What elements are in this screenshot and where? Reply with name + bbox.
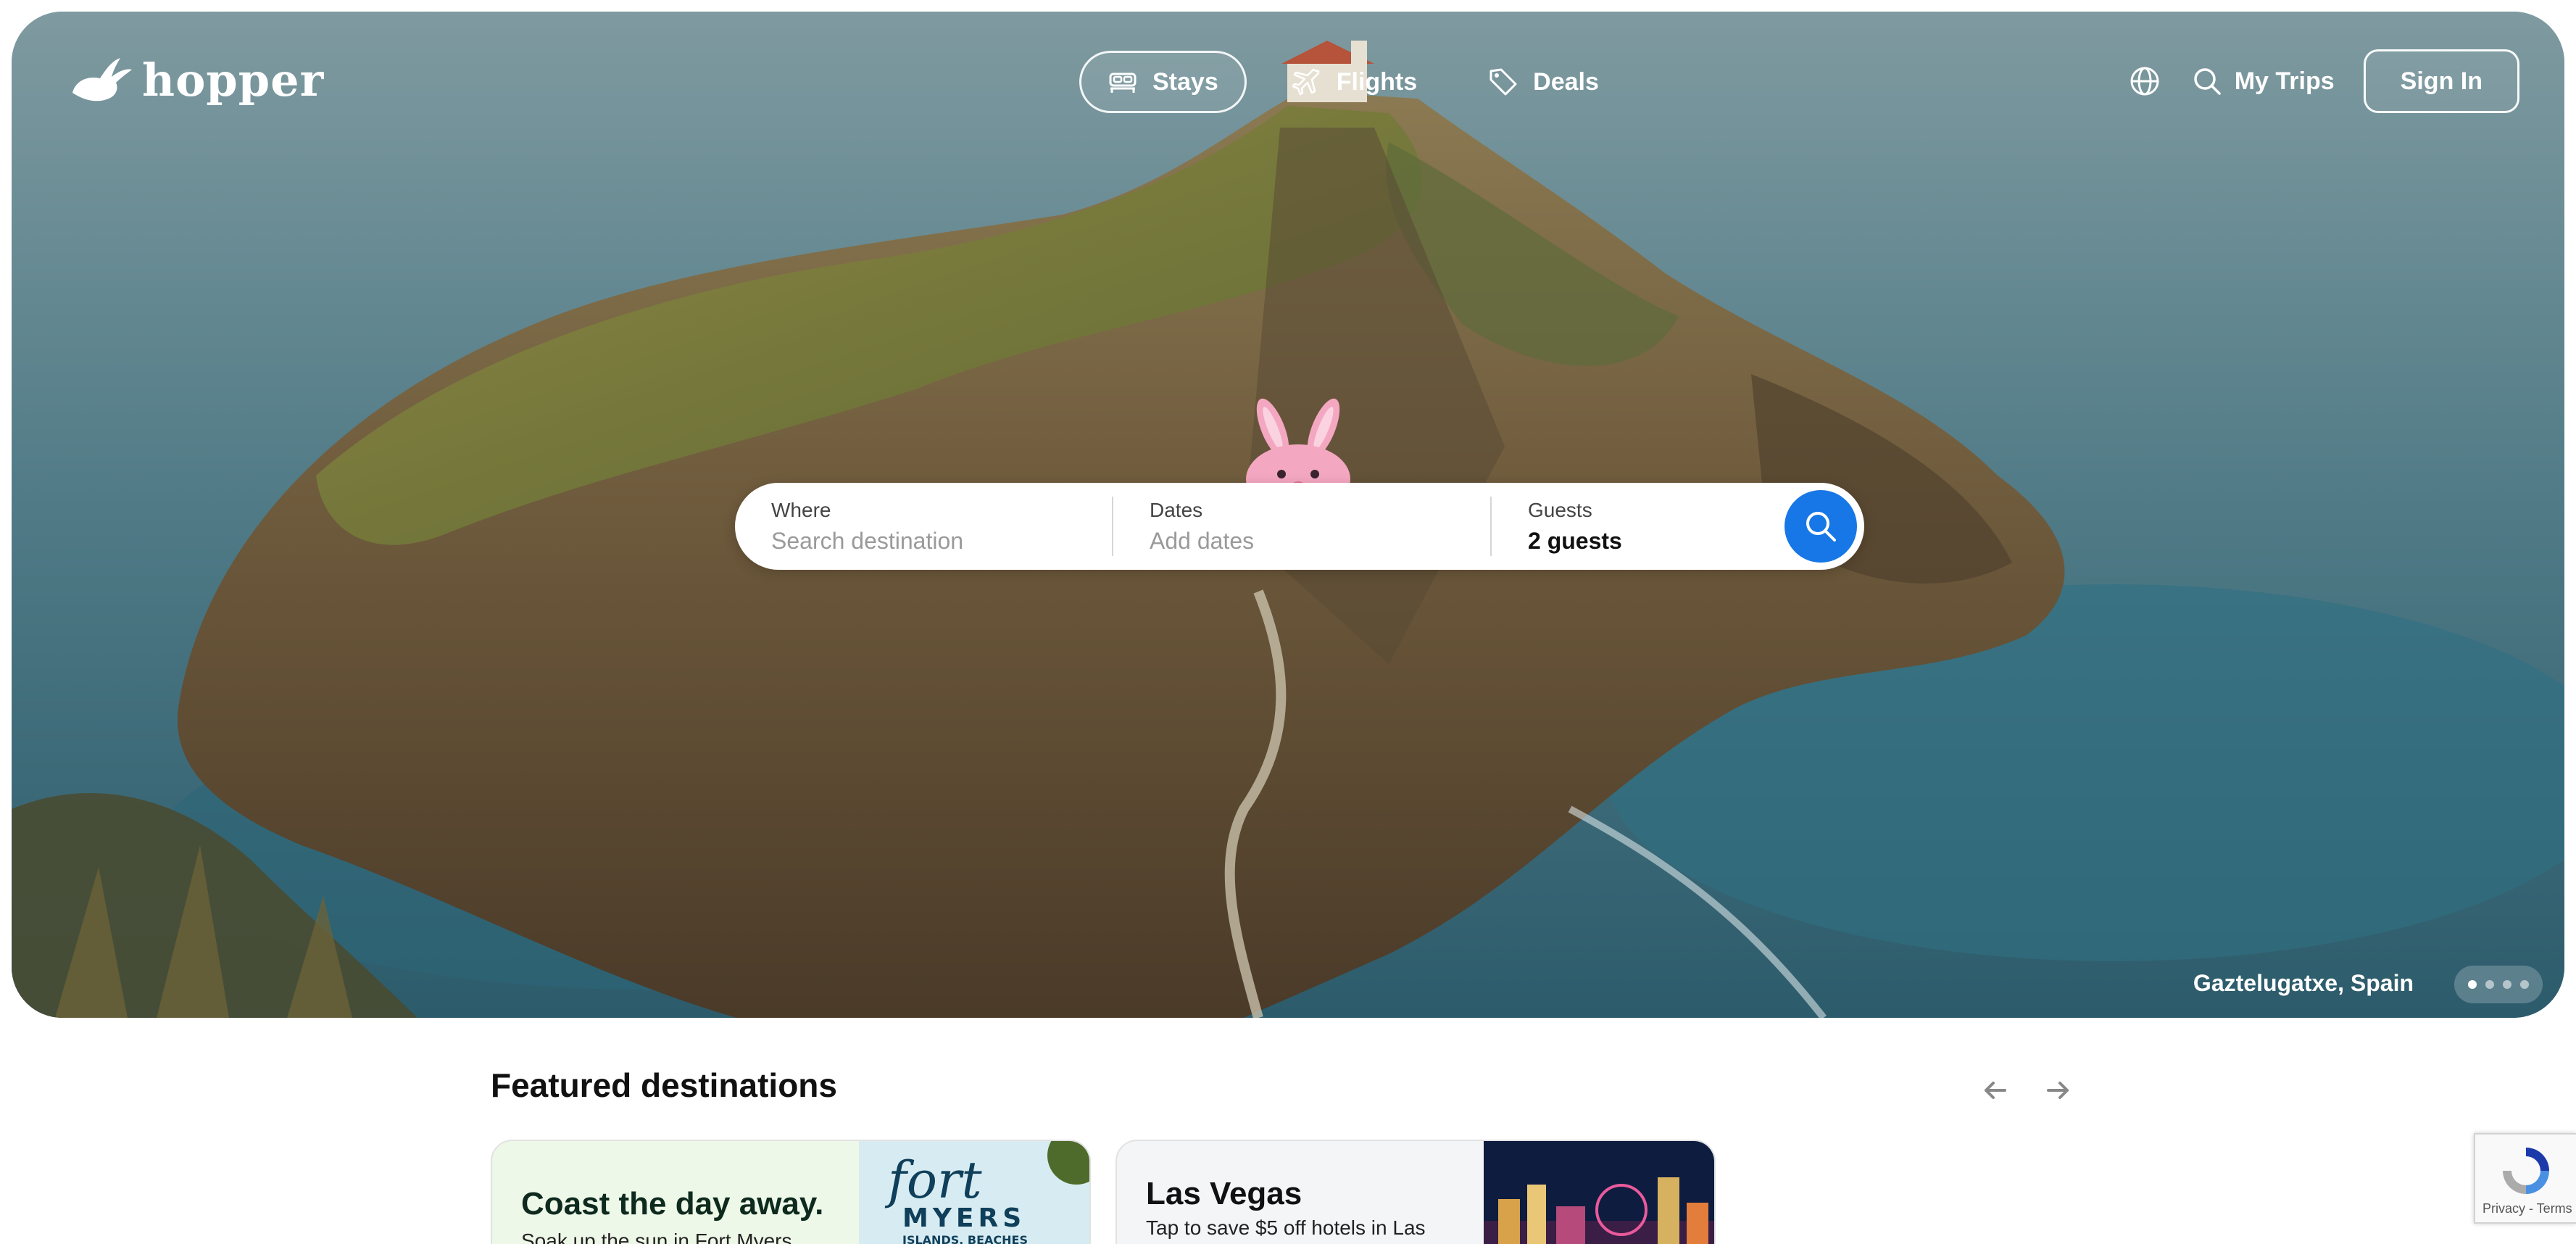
plane-icon xyxy=(1292,68,1320,96)
brand-name: hopper xyxy=(142,54,325,107)
where-input[interactable]: Search destination xyxy=(771,528,1112,555)
dates-field[interactable]: Dates Add dates xyxy=(1113,483,1490,570)
tab-flights-label: Flights xyxy=(1336,67,1418,96)
search-button[interactable] xyxy=(1784,490,1857,563)
card-subtitle: Soak up the sun in Fort Myers xyxy=(521,1230,792,1244)
las-vegas-image xyxy=(1484,1141,1714,1244)
slide-dot-2[interactable] xyxy=(2485,980,2494,989)
guests-label: Guests xyxy=(1528,498,1592,521)
tag-icon xyxy=(1489,68,1517,96)
tab-deals-label: Deals xyxy=(1533,67,1599,96)
recaptcha-icon xyxy=(2503,1148,2549,1194)
svg-text:ISLANDS, BEACHES: ISLANDS, BEACHES xyxy=(902,1233,1028,1244)
bed-icon xyxy=(1109,72,1137,93)
card-title: Las Vegas xyxy=(1146,1176,1302,1211)
where-field[interactable]: Where Search destination xyxy=(735,483,1112,570)
hopper-logo[interactable]: hopper xyxy=(68,54,324,107)
fort-myers-logo-text: fort xyxy=(884,1150,983,1210)
guests-field[interactable]: Guests 2 guests xyxy=(1492,483,1796,570)
search-icon xyxy=(1806,512,1836,542)
fort-myers-image: fort MYERS ISLANDS, BEACHES & NEIGHBORHO… xyxy=(859,1141,1089,1244)
arrow-right-icon[interactable] xyxy=(2044,1076,2073,1105)
svg-text:MYERS: MYERS xyxy=(902,1203,1026,1233)
photo-caption: Gaztelugatxe, Spain xyxy=(2193,970,2414,996)
product-tabs: Stays Flights Deals xyxy=(1079,51,1625,113)
slide-dot-3[interactable] xyxy=(2503,980,2511,989)
recaptcha-text: Privacy - Terms xyxy=(2482,1201,2572,1216)
arrow-left-icon[interactable] xyxy=(1980,1076,2009,1105)
account-nav: My Trips Sign In xyxy=(2127,49,2519,113)
tab-stays[interactable]: Stays xyxy=(1079,51,1247,113)
featured-destinations-title: Featured destinations xyxy=(491,1066,837,1104)
tab-flights[interactable]: Flights xyxy=(1266,51,1443,113)
where-label: Where xyxy=(771,498,831,521)
search-icon xyxy=(2193,68,2221,95)
hero-banner: hopper Stays Flights Deals My Trips Sign… xyxy=(12,12,2564,1018)
slide-dot-1[interactable] xyxy=(2468,980,2477,989)
sign-in-button[interactable]: Sign In xyxy=(2363,49,2519,113)
guests-value[interactable]: 2 guests xyxy=(1528,528,1796,555)
card-title: Coast the day away. xyxy=(521,1186,824,1222)
my-trips-link[interactable]: My Trips xyxy=(2191,65,2335,97)
dates-input[interactable]: Add dates xyxy=(1150,528,1490,555)
slide-dot-4[interactable] xyxy=(2520,980,2529,989)
tab-deals[interactable]: Deals xyxy=(1462,51,1625,113)
slide-indicator xyxy=(2454,966,2543,1003)
card-subtitle: Tap to save $5 off hotels in Las xyxy=(1146,1216,1426,1239)
search-bar: Where Search destination Dates Add dates… xyxy=(735,483,1864,570)
globe-icon[interactable] xyxy=(2127,64,2162,99)
dates-label: Dates xyxy=(1150,498,1203,521)
featured-card-las-vegas[interactable]: Las Vegas Tap to save $5 off hotels in L… xyxy=(1115,1140,1716,1244)
hopper-bunny-icon xyxy=(72,57,132,101)
my-trips-label: My Trips xyxy=(2234,67,2335,95)
featured-card-fort-myers[interactable]: Coast the day away. Soak up the sun in F… xyxy=(491,1140,1091,1244)
tab-stays-label: Stays xyxy=(1152,67,1218,96)
recaptcha-badge[interactable]: Privacy - Terms xyxy=(2474,1133,2576,1224)
